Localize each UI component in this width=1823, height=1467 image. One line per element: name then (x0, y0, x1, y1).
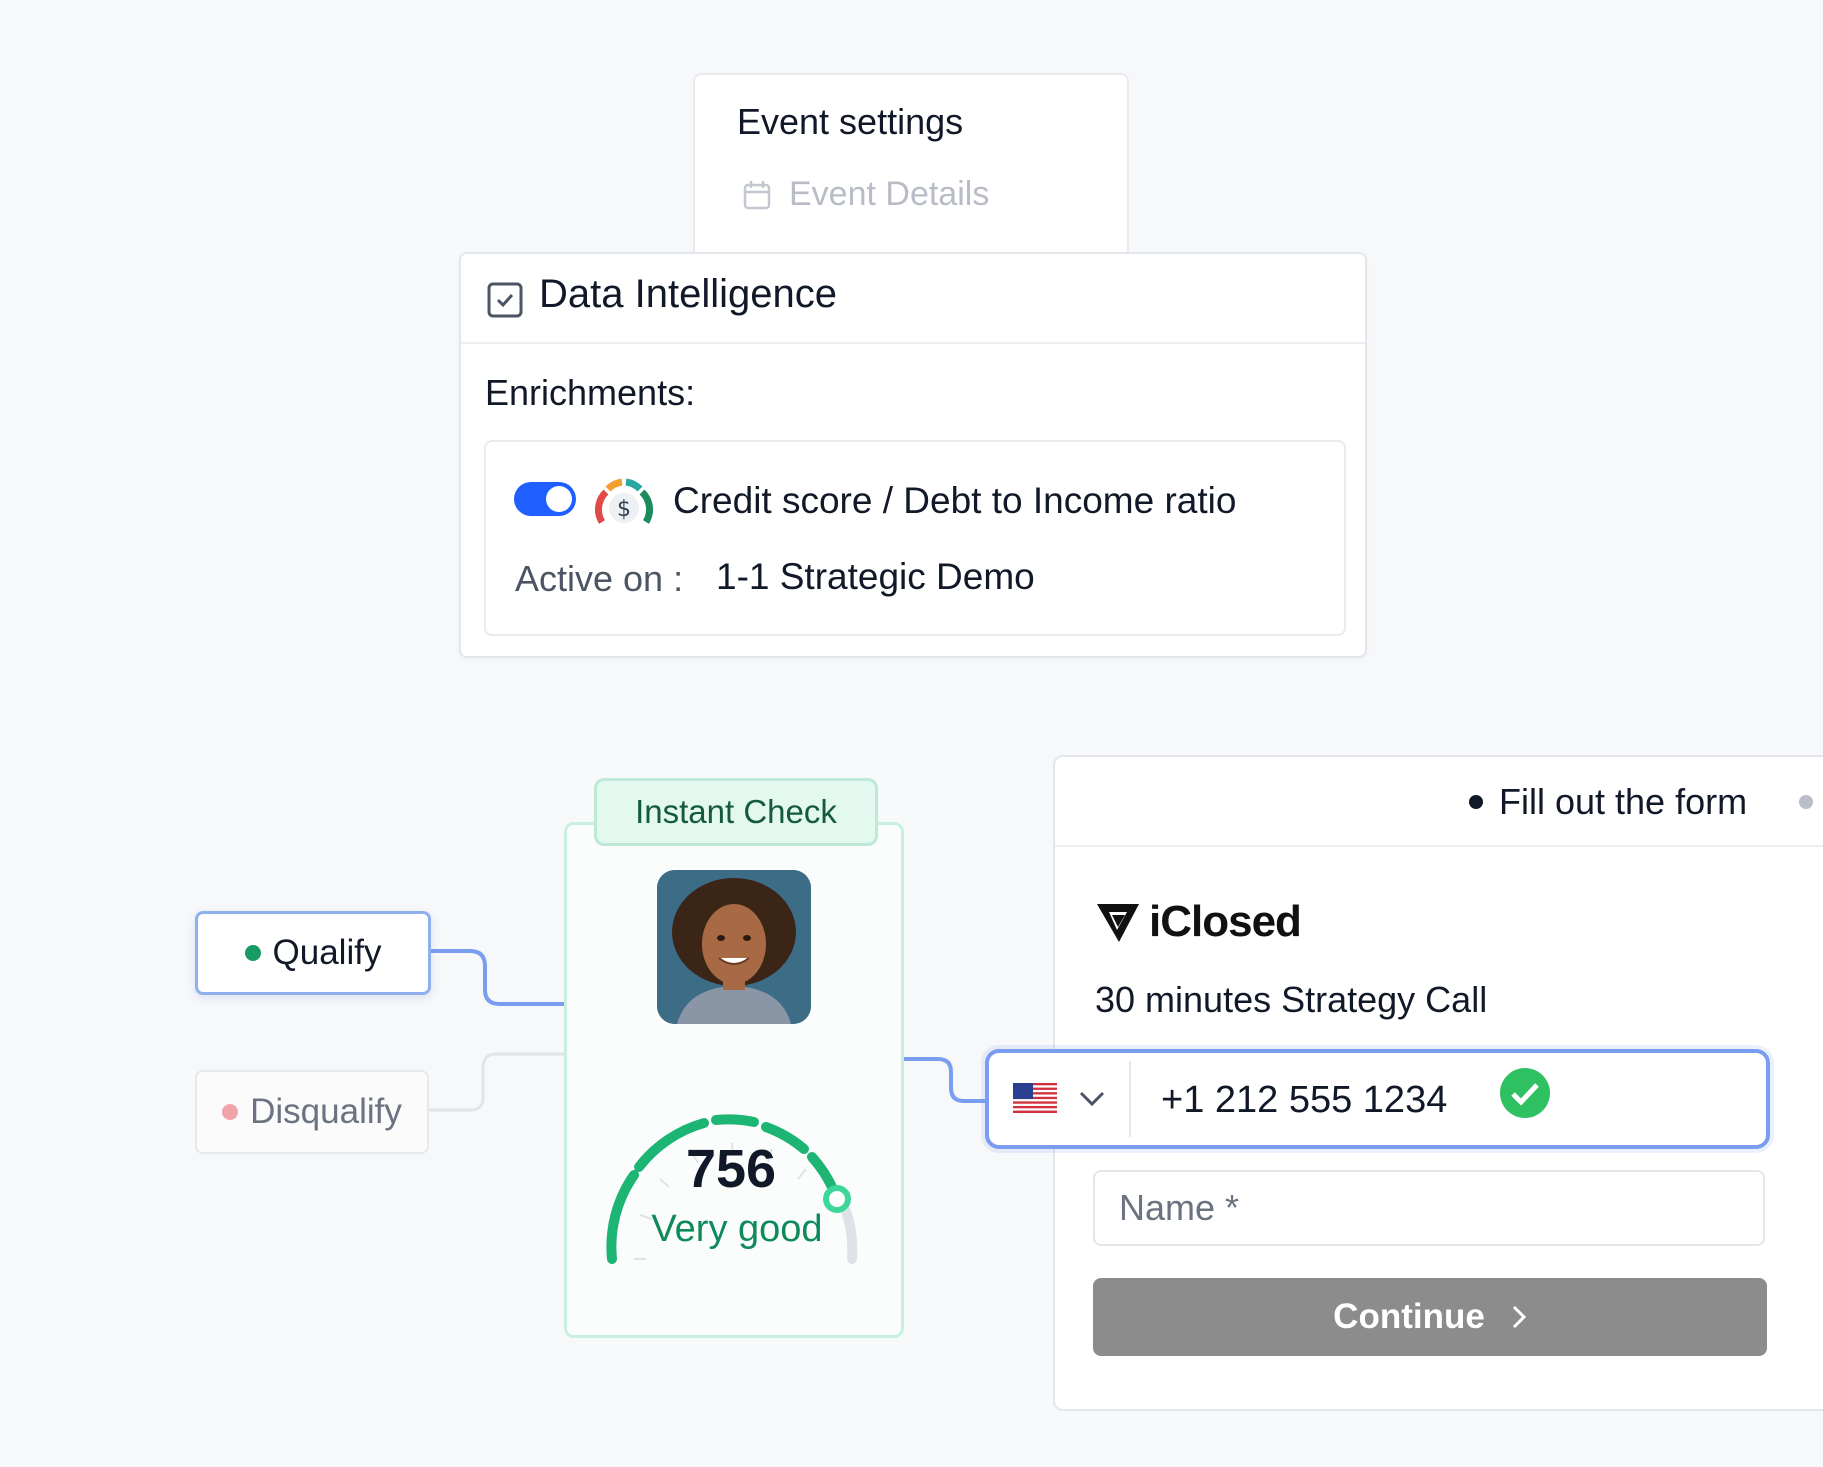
toggle-knob (546, 486, 572, 512)
verified-check-icon (1500, 1068, 1550, 1118)
svg-text:$: $ (617, 497, 631, 522)
data-intelligence-card: Data Intelligence Enrichments: $ Credit … (459, 252, 1367, 658)
step-dot-active (1469, 795, 1483, 809)
credit-score-value: 756 (685, 1139, 777, 1199)
instant-check-tab: Instant Check (594, 778, 878, 846)
phone-input[interactable]: +1 212 555 1234 (985, 1049, 1770, 1149)
active-on-label: Active on : (515, 558, 684, 599)
form-step-header: Fill out the form (1055, 757, 1823, 847)
step-fill-form: Fill out the form (1469, 781, 1747, 823)
enrichment-item: $ Credit score / Debt to Income ratio Ac… (484, 440, 1346, 636)
phone-value: +1 212 555 1234 (1161, 1079, 1448, 1121)
chevron-right-icon (1512, 1305, 1526, 1329)
qualify-label: Qualify (272, 933, 382, 972)
disqualify-label: Disqualify (250, 1092, 402, 1131)
enrichment-label: Credit score / Debt to Income ratio (673, 480, 1237, 521)
brand-name: iClosed (1149, 897, 1302, 946)
chevron-down-icon[interactable] (1077, 1087, 1107, 1109)
enrichments-label: Enrichments: (485, 372, 696, 413)
event-subtitle: 30 minutes Strategy Call (1095, 979, 1488, 1020)
brand-logo: iClosed (1095, 897, 1302, 947)
enrichment-toggle[interactable] (514, 482, 576, 516)
event-settings-title: Event settings (737, 101, 964, 142)
calendar-icon (743, 180, 771, 209)
continue-label: Continue (1333, 1297, 1485, 1336)
avatar (657, 870, 811, 1024)
phone-divider (1129, 1061, 1131, 1137)
active-on-value: 1-1 Strategic Demo (716, 556, 1035, 597)
qualify-dot (244, 945, 261, 961)
instant-check-label: Instant Check (635, 793, 837, 830)
step-label: Fill out the form (1499, 781, 1748, 822)
credit-score-rating: Very good (651, 1208, 823, 1250)
name-placeholder: Name * (1119, 1187, 1240, 1228)
event-details-item[interactable]: Event Details (743, 175, 989, 214)
event-settings-card: Event settings Event Details (693, 73, 1129, 263)
us-flag-icon[interactable] (1013, 1083, 1057, 1113)
credit-gauge-icon: $ (595, 478, 653, 524)
checkbox-icon (487, 282, 523, 318)
step-dot-next (1799, 795, 1813, 809)
data-intelligence-title: Data Intelligence (539, 272, 837, 316)
data-intelligence-header: Data Intelligence (461, 254, 1365, 344)
name-input[interactable]: Name * (1093, 1170, 1765, 1246)
continue-button[interactable]: Continue (1093, 1278, 1767, 1356)
disqualify-node[interactable]: Disqualify (195, 1070, 429, 1154)
qualify-node[interactable]: Qualify (195, 911, 431, 995)
disqualify-dot (222, 1104, 239, 1120)
iclosed-logo-icon (1097, 904, 1139, 942)
event-details-label: Event Details (789, 175, 990, 213)
